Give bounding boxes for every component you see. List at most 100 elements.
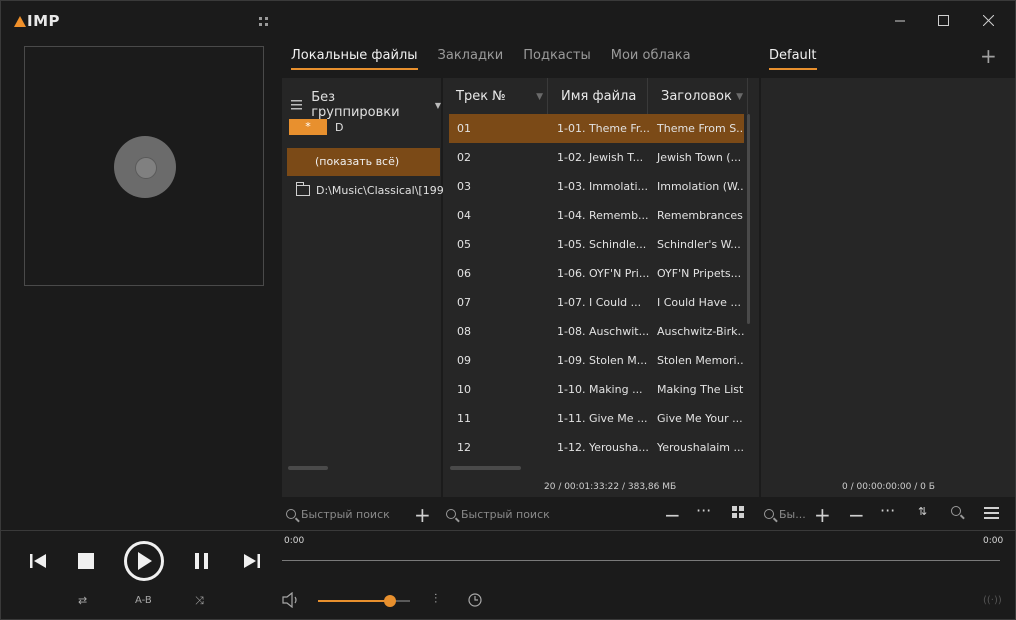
remove-button[interactable]: −	[664, 503, 681, 527]
maximize-icon	[937, 14, 949, 26]
play-icon	[138, 552, 152, 570]
column-track-number[interactable]: Трек № ▼	[443, 78, 548, 114]
vertical-scrollbar[interactable]	[747, 114, 750, 324]
table-row[interactable]: 05 1-05. Schindle... Schindler's W...	[449, 230, 744, 259]
tracks-search-input[interactable]: Быстрый поиск	[461, 508, 550, 521]
drive-label: D	[335, 120, 344, 134]
playlist-search[interactable]: Бы...	[764, 508, 806, 521]
table-row[interactable]: 01 1-01. Theme Fr... Theme From S...	[449, 114, 744, 143]
pause-button[interactable]	[193, 552, 211, 570]
library-tabs: Локальные файлы Закладки Подкасты Мои об…	[291, 48, 691, 70]
menu-button[interactable]	[984, 507, 999, 519]
logo-triangle-icon	[14, 15, 26, 27]
horizontal-scrollbar[interactable]	[288, 466, 328, 470]
track-number: 10	[457, 383, 471, 396]
table-row[interactable]: 04 1-04. Rememb... Remembrances	[449, 201, 744, 230]
timer-button[interactable]	[468, 593, 482, 610]
more-icon: ···	[696, 501, 712, 520]
track-number: 02	[457, 151, 471, 164]
ab-repeat-button[interactable]: A-B	[135, 595, 152, 606]
track-title: Auschwitz-Birk...	[657, 325, 744, 338]
tab-podcasts[interactable]: Подкасты	[523, 48, 591, 70]
shuffle-button[interactable]: ⤨	[195, 594, 204, 608]
more-button[interactable]: ···	[880, 501, 895, 520]
table-row[interactable]: 03 1-03. Immolati... Immolation (W...	[449, 172, 744, 201]
volume-slider[interactable]	[318, 595, 410, 607]
disc-icon	[114, 136, 176, 198]
group-search-input[interactable]: Быстрый поиск	[301, 508, 390, 521]
tracks-toolbar: Быстрый поиск − ···	[446, 499, 758, 529]
tab-local-files[interactable]: Локальные файлы	[291, 48, 418, 70]
broadcast-button[interactable]: ((·))	[983, 595, 1002, 606]
volume-knob[interactable]	[383, 595, 396, 607]
table-row[interactable]: 02 1-02. Jewish T... Jewish Town (...	[449, 143, 744, 172]
table-row[interactable]: 11 1-11. Give Me ... Give Me Your ...	[449, 404, 744, 433]
previous-button[interactable]	[28, 552, 48, 570]
close-icon	[982, 14, 994, 26]
close-button[interactable]	[965, 8, 1011, 32]
playlist-search-input[interactable]: Бы...	[779, 508, 806, 521]
stop-button[interactable]	[77, 552, 95, 570]
folder-item[interactable]: D:\Music\Classical\[1993	[296, 182, 451, 197]
repeat-button[interactable]: ⇄	[78, 594, 87, 607]
sort-button[interactable]: ⇅	[918, 505, 927, 518]
add-playlist-button[interactable]: +	[980, 44, 997, 68]
tab-my-clouds[interactable]: Мои облака	[611, 48, 691, 70]
logo-text: IMP	[27, 12, 61, 30]
repeat-icon: ⇄	[78, 594, 88, 607]
filter-icon[interactable]: ▼	[536, 78, 543, 116]
star-badge: *	[289, 119, 327, 135]
drive-row[interactable]: * D	[289, 119, 343, 135]
speaker-icon	[282, 591, 297, 609]
table-row[interactable]: 07 1-07. I Could ... I Could Have ...	[449, 288, 744, 317]
filter-icon[interactable]: ▼	[736, 78, 743, 116]
add-button[interactable]: +	[814, 503, 831, 527]
track-title: I Could Have ...	[657, 296, 741, 309]
table-row[interactable]: 10 1-10. Making ... Making The List	[449, 375, 744, 404]
tracks-search[interactable]: Быстрый поиск	[446, 508, 550, 521]
more-button[interactable]: ···	[696, 501, 711, 520]
table-row[interactable]: 06 1-06. OYF'N Pri... OYF'N Pripets...	[449, 259, 744, 288]
track-file-name: 1-07. I Could ...	[557, 296, 642, 309]
search-icon	[764, 509, 774, 519]
group-search[interactable]: Быстрый поиск	[286, 508, 390, 521]
column-title-label: Заголовок	[661, 89, 732, 104]
column-title[interactable]: Заголовок ▼	[648, 78, 748, 114]
remove-button[interactable]: −	[848, 503, 865, 527]
equalizer-button[interactable]: ⫶	[434, 592, 437, 607]
grouping-selector[interactable]: Без группировки ▼	[291, 90, 441, 120]
minimize-button[interactable]	[877, 8, 923, 32]
menu-icon	[984, 507, 999, 519]
volume-fill	[318, 600, 390, 602]
pause-icon	[195, 553, 208, 569]
volume-button[interactable]	[282, 591, 300, 611]
track-file-name: 1-11. Give Me ...	[557, 412, 648, 425]
table-header: Трек № ▼ Имя файла Заголовок ▼	[443, 78, 748, 114]
horizontal-scrollbar[interactable]	[450, 466, 521, 470]
add-folder-button[interactable]: +	[414, 503, 431, 527]
table-row[interactable]: 09 1-09. Stolen M... Stolen Memori...	[449, 346, 744, 375]
table-row[interactable]: 12 1-12. Yerousha... Yeroushalaim ...	[449, 433, 744, 462]
track-number: 12	[457, 441, 471, 454]
track-file-name: 1-12. Yerousha...	[557, 441, 649, 454]
grip-icon[interactable]	[259, 17, 269, 27]
next-button[interactable]	[242, 552, 262, 570]
tab-playlist-default[interactable]: Default	[769, 48, 817, 70]
column-file-name[interactable]: Имя файла	[548, 78, 648, 114]
table-row[interactable]: 08 1-08. Auschwit... Auschwitz-Birk...	[449, 317, 744, 346]
search-icon	[446, 509, 456, 519]
track-file-name: 1-04. Rememb...	[557, 209, 649, 222]
maximize-button[interactable]	[920, 8, 966, 32]
plus-icon: +	[980, 44, 997, 68]
seek-bar[interactable]	[282, 560, 1000, 561]
folder-icon	[296, 182, 310, 196]
group-toolbar: Быстрый поиск +	[286, 499, 436, 529]
track-file-name: 1-05. Schindle...	[557, 238, 647, 251]
track-file-name: 1-06. OYF'N Pri...	[557, 267, 649, 280]
search-button[interactable]	[951, 506, 961, 516]
tab-bookmarks[interactable]: Закладки	[438, 48, 504, 70]
view-mode-button[interactable]	[732, 506, 744, 518]
play-button[interactable]	[124, 541, 164, 581]
track-title: Immolation (W...	[657, 180, 744, 193]
show-all-item[interactable]: (показать всё)	[287, 148, 440, 176]
